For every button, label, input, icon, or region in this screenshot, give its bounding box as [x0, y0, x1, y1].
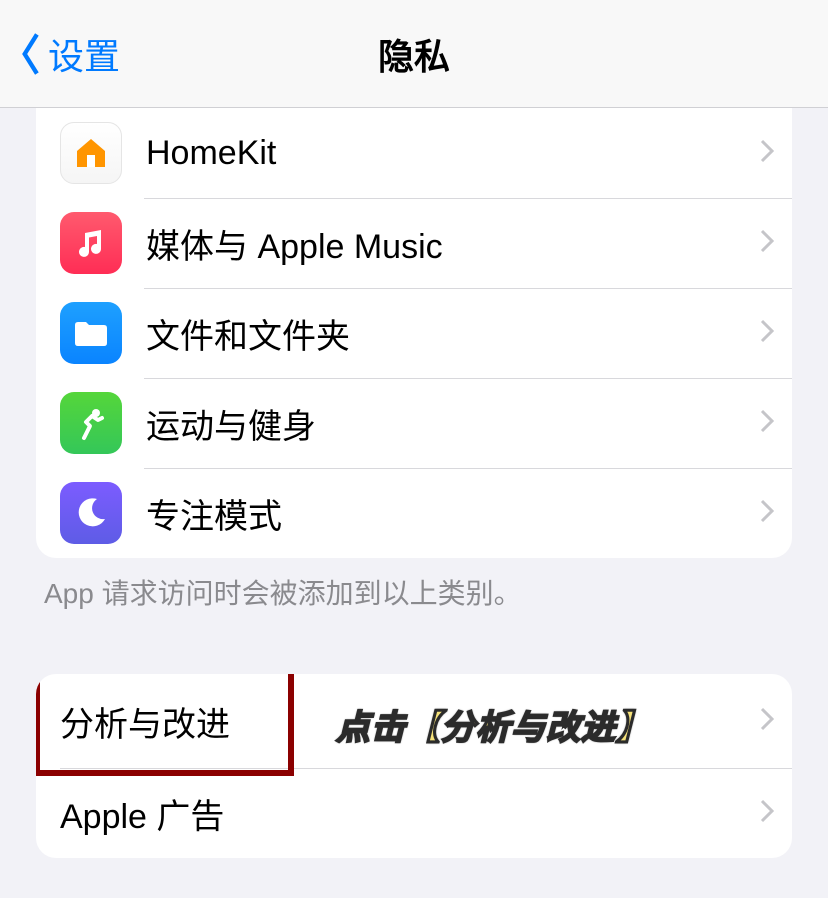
group-footer-note: App 请求访问时会被添加到以上类别。 [36, 558, 792, 612]
annotation-callout: 点击【分析与改进】 [336, 700, 651, 749]
chevron-right-icon [760, 707, 774, 736]
chevron-right-icon [760, 319, 774, 348]
page-title: 隐私 [0, 28, 828, 80]
row-label: HomeKit [146, 134, 752, 173]
chevron-right-icon [760, 229, 774, 258]
row-apple-ads[interactable]: Apple 广告 [36, 768, 792, 858]
row-label: 媒体与 Apple Music [146, 219, 752, 268]
chevron-right-icon [760, 139, 774, 168]
chevron-left-icon [18, 32, 46, 76]
folder-icon [60, 302, 122, 364]
chevron-right-icon [760, 409, 774, 438]
chevron-right-icon [760, 499, 774, 528]
navigation-bar: 设置 隐私 [0, 0, 828, 108]
focus-moon-icon [60, 482, 122, 544]
row-label: 运动与健身 [146, 399, 752, 448]
chevron-right-icon [760, 799, 774, 828]
row-fitness[interactable]: 运动与健身 [36, 378, 792, 468]
homekit-icon [60, 122, 122, 184]
row-label: Apple 广告 [60, 789, 752, 838]
row-homekit[interactable]: HomeKit [36, 108, 792, 198]
row-label: 专注模式 [146, 489, 752, 538]
back-button[interactable]: 设置 [18, 28, 120, 80]
privacy-categories-group: HomeKit 媒体与 Apple Music 文件和文件夹 运动与健身 [36, 108, 792, 558]
row-media-apple-music[interactable]: 媒体与 Apple Music [36, 198, 792, 288]
analytics-group: 分析与改进 Apple 广告 点击【分析与改进】 [36, 674, 792, 858]
row-focus[interactable]: 专注模式 [36, 468, 792, 558]
music-icon [60, 212, 122, 274]
row-files-folders[interactable]: 文件和文件夹 [36, 288, 792, 378]
row-label: 文件和文件夹 [146, 309, 752, 358]
fitness-icon [60, 392, 122, 454]
back-label: 设置 [48, 28, 120, 80]
